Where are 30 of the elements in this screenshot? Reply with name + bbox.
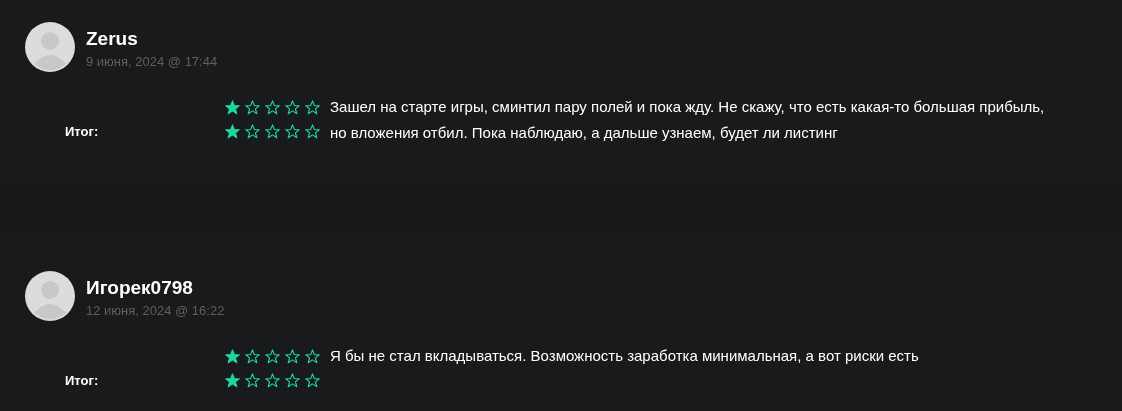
- star-icon: [285, 372, 300, 388]
- review-text: Зашел на старте игры, сминтил пару полей и пока жду. Не скажу, что есть какая-то большая прибыль, но вложения отбил. Пока наблюдаю, а дальше узнаем, будет ли листинг: [330, 97, 1046, 143]
- star-icon: [245, 348, 260, 364]
- star-icon: [225, 348, 240, 364]
- star-icon: [285, 99, 300, 115]
- star-icon: [225, 123, 240, 139]
- author-name: Игорек0798: [86, 277, 194, 299]
- rating-label: Итог:: [65, 123, 100, 139]
- star-icon: [225, 99, 240, 115]
- rating-label: Итог:: [65, 372, 100, 388]
- star-icon: [265, 123, 280, 139]
- star-icon: [285, 348, 300, 364]
- star-icon: [245, 372, 260, 388]
- author-name: Zerus: [86, 28, 139, 50]
- review-text: Я бы не стал вкладываться. Возможность заработка минимальная, а вот риски есть: [330, 346, 920, 366]
- star-icon: [305, 372, 320, 388]
- star-icon: [245, 123, 260, 139]
- star-icon: [305, 99, 320, 115]
- star-icon: [265, 348, 280, 364]
- avatar-icon: [25, 271, 75, 321]
- star-icon: [305, 123, 320, 139]
- review-date: 12 июня, 2024 @ 16:22: [86, 303, 225, 318]
- star-icon: [285, 123, 300, 139]
- star-icon: [225, 372, 240, 388]
- star-icon: [245, 99, 260, 115]
- avatar-icon: [25, 22, 75, 72]
- star-icon: [265, 99, 280, 115]
- star-icon: [305, 348, 320, 364]
- review-date: 9 июня, 2024 @ 17:44: [86, 54, 218, 69]
- star-icon: [265, 372, 280, 388]
